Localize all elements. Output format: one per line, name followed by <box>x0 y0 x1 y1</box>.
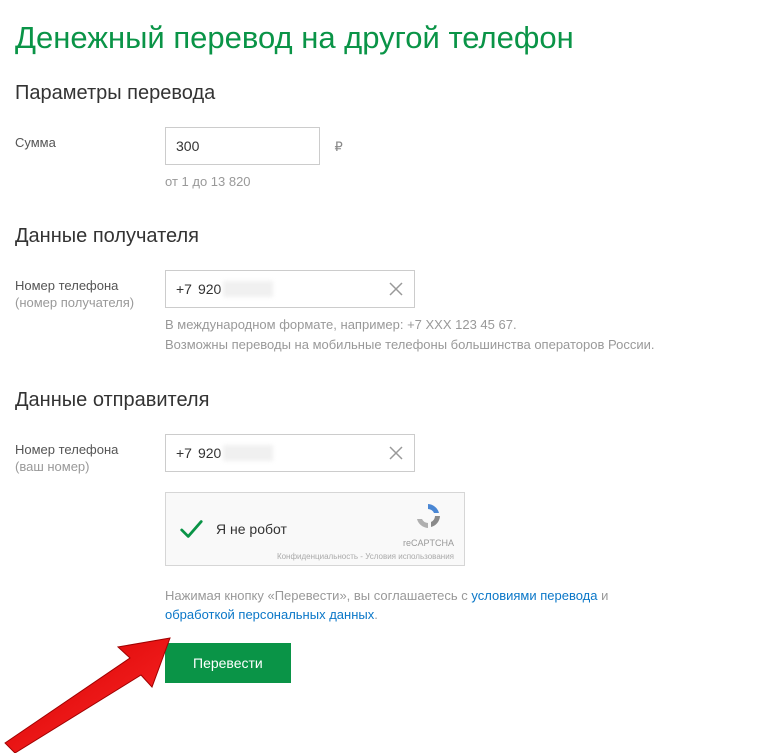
submit-button[interactable]: Перевести <box>165 643 291 683</box>
recipient-hint-2: Возможны переводы на мобильные телефоны … <box>165 336 748 354</box>
captcha-label: Я не робот <box>216 521 287 537</box>
captcha-brand: reCAPTCHA <box>403 538 454 548</box>
recipient-phone-label: Номер телефона <box>15 278 165 293</box>
consent-mid: и <box>598 588 609 603</box>
section-params: Параметры перевода Сумма ₽ от 1 до 13 82… <box>15 82 748 191</box>
section-heading-params: Параметры перевода <box>15 82 748 105</box>
recipient-phone-value: 920 <box>192 281 221 297</box>
close-icon <box>389 446 403 460</box>
captcha-legal: Конфиденциальность - Условия использован… <box>277 552 454 561</box>
recaptcha-widget[interactable]: Я не робот reCAPTCHA Конфиденциальность … <box>165 492 465 566</box>
page-title: Денежный перевод на другой телефон <box>15 20 748 56</box>
recipient-phone-sublabel: (номер получателя) <box>15 295 165 310</box>
consent-text: Нажимая кнопку «Перевести», вы соглашает… <box>165 586 665 625</box>
amount-hint: от 1 до 13 820 <box>165 173 748 191</box>
section-heading-recipient: Данные получателя <box>15 225 748 248</box>
recipient-phone-redacted <box>223 281 273 297</box>
sender-phone-redacted <box>223 445 273 461</box>
terms-link[interactable]: условиями перевода <box>471 588 597 603</box>
recipient-hint-1: В международном формате, например: +7 XX… <box>165 316 748 334</box>
sender-phone-clear-button[interactable] <box>378 435 414 471</box>
section-recipient: Данные получателя Номер телефона (номер … <box>15 225 748 354</box>
sender-phone-prefix: +7 <box>166 445 192 461</box>
amount-input[interactable] <box>165 127 320 165</box>
sender-phone-sublabel: (ваш номер) <box>15 459 165 474</box>
sender-phone-value: 920 <box>192 445 221 461</box>
sender-phone-label: Номер телефона <box>15 442 165 457</box>
recipient-phone-field[interactable]: +7 920 <box>165 270 415 308</box>
amount-label: Сумма <box>15 135 165 150</box>
recipient-phone-prefix: +7 <box>166 281 192 297</box>
consent-pre: Нажимая кнопку «Перевести», вы соглашает… <box>165 588 471 603</box>
recaptcha-icon <box>413 501 443 531</box>
sender-phone-field[interactable]: +7 920 <box>165 434 415 472</box>
consent-post: . <box>374 607 378 622</box>
section-sender: Данные отправителя Номер телефона (ваш н… <box>15 389 748 683</box>
close-icon <box>389 282 403 296</box>
currency-symbol: ₽ <box>334 139 342 155</box>
checkmark-icon <box>178 516 204 542</box>
section-heading-sender: Данные отправителя <box>15 389 748 412</box>
privacy-link[interactable]: обработкой персональных данных <box>165 607 374 622</box>
recipient-phone-clear-button[interactable] <box>378 271 414 307</box>
